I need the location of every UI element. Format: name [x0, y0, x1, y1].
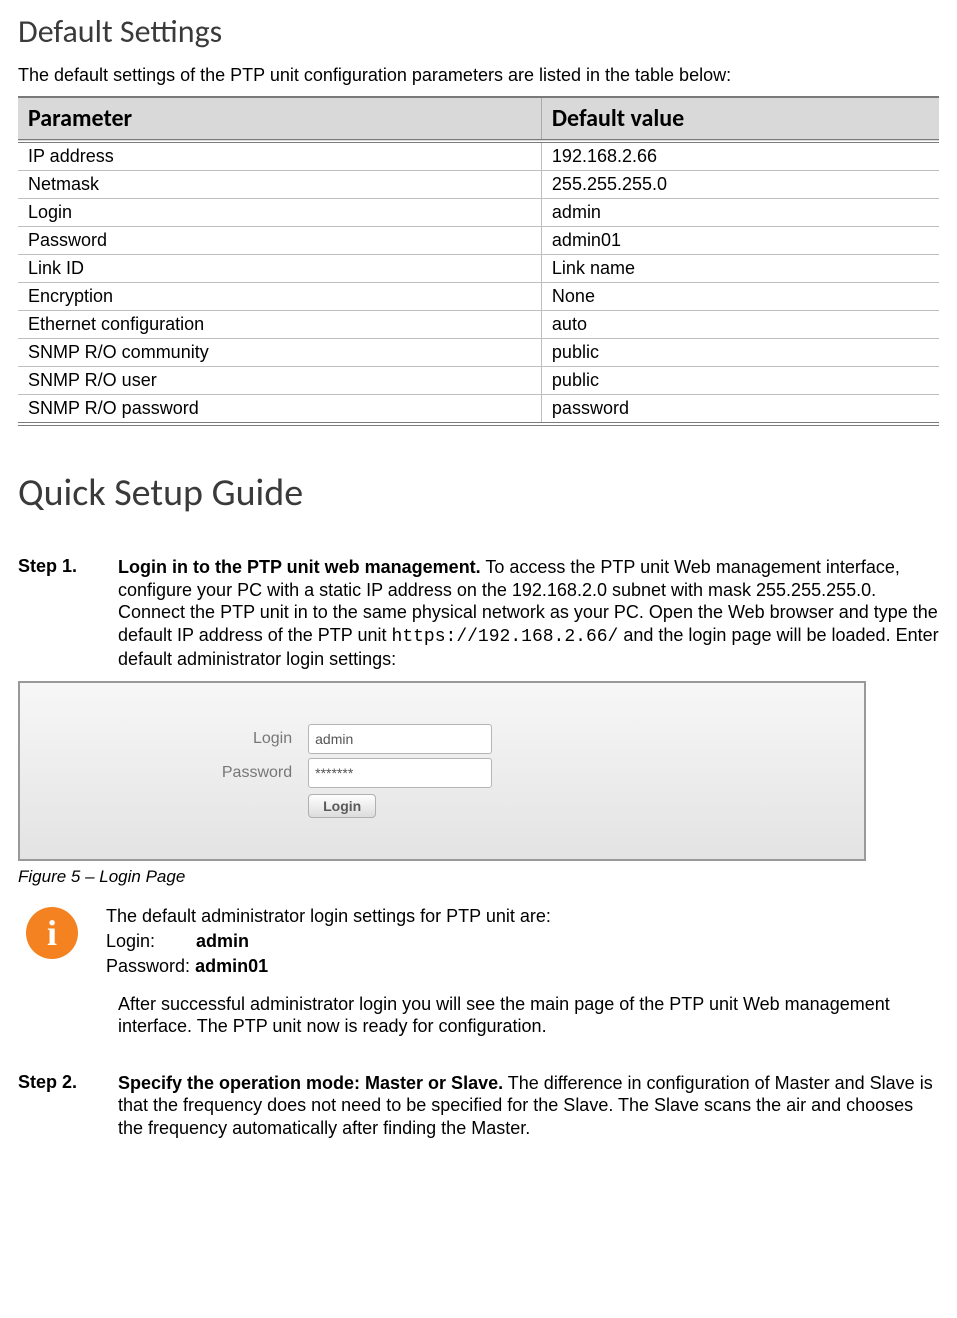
login-button[interactable]: Login: [308, 794, 376, 818]
table-row: IP address192.168.2.66: [18, 141, 939, 171]
step-1-body: Login in to the PTP unit web management.…: [118, 556, 939, 671]
step-2-body: Specify the operation mode: Master or Sl…: [118, 1072, 939, 1140]
password-field-label: Password: [222, 764, 292, 782]
step-1-label: Step 1.: [18, 556, 118, 671]
table-row: SNMP R/O passwordpassword: [18, 395, 939, 425]
default-settings-table: Parameter Default value IP address192.16…: [18, 96, 939, 426]
table-row: Ethernet configurationauto: [18, 311, 939, 339]
password-input[interactable]: [308, 758, 492, 788]
step-1-lead: Login in to the PTP unit web management.: [118, 557, 481, 577]
info-note: i The default administrator login settin…: [18, 905, 939, 979]
table-header-default-value: Default value: [541, 97, 939, 141]
default-settings-heading: Default Settings: [18, 12, 939, 51]
table-row: SNMP R/O userpublic: [18, 367, 939, 395]
table-row: Loginadmin: [18, 199, 939, 227]
table-row: Passwordadmin01: [18, 227, 939, 255]
info-line-1: The default administrator login settings…: [106, 905, 939, 928]
info-login-key: Login:: [106, 930, 196, 953]
login-page-screenshot: Login Password Login: [18, 681, 866, 861]
table-row: Netmask255.255.255.0: [18, 171, 939, 199]
step-2-lead: Specify the operation mode: Master or Sl…: [118, 1073, 503, 1093]
info-after-paragraph: After successful administrator login you…: [118, 993, 939, 1038]
figure-caption: Figure 5 – Login Page: [18, 867, 939, 887]
info-password-value: admin01: [195, 956, 268, 976]
login-field-label: Login: [222, 730, 292, 748]
default-settings-intro: The default settings of the PTP unit con…: [18, 65, 939, 86]
step-1: Step 1. Login in to the PTP unit web man…: [18, 556, 939, 671]
step-2-label: Step 2.: [18, 1072, 118, 1140]
quick-setup-heading: Quick Setup Guide: [18, 470, 939, 516]
login-input[interactable]: [308, 724, 492, 754]
table-row: SNMP R/O communitypublic: [18, 339, 939, 367]
info-login-value: admin: [196, 931, 249, 951]
table-row: EncryptionNone: [18, 283, 939, 311]
step-1-url: https://192.168.2.66/: [392, 627, 619, 647]
info-icon: i: [26, 907, 78, 959]
table-header-parameter: Parameter: [18, 97, 541, 141]
info-password-key: Password:: [106, 956, 190, 976]
table-row: Link IDLink name: [18, 255, 939, 283]
step-2: Step 2. Specify the operation mode: Mast…: [18, 1072, 939, 1140]
